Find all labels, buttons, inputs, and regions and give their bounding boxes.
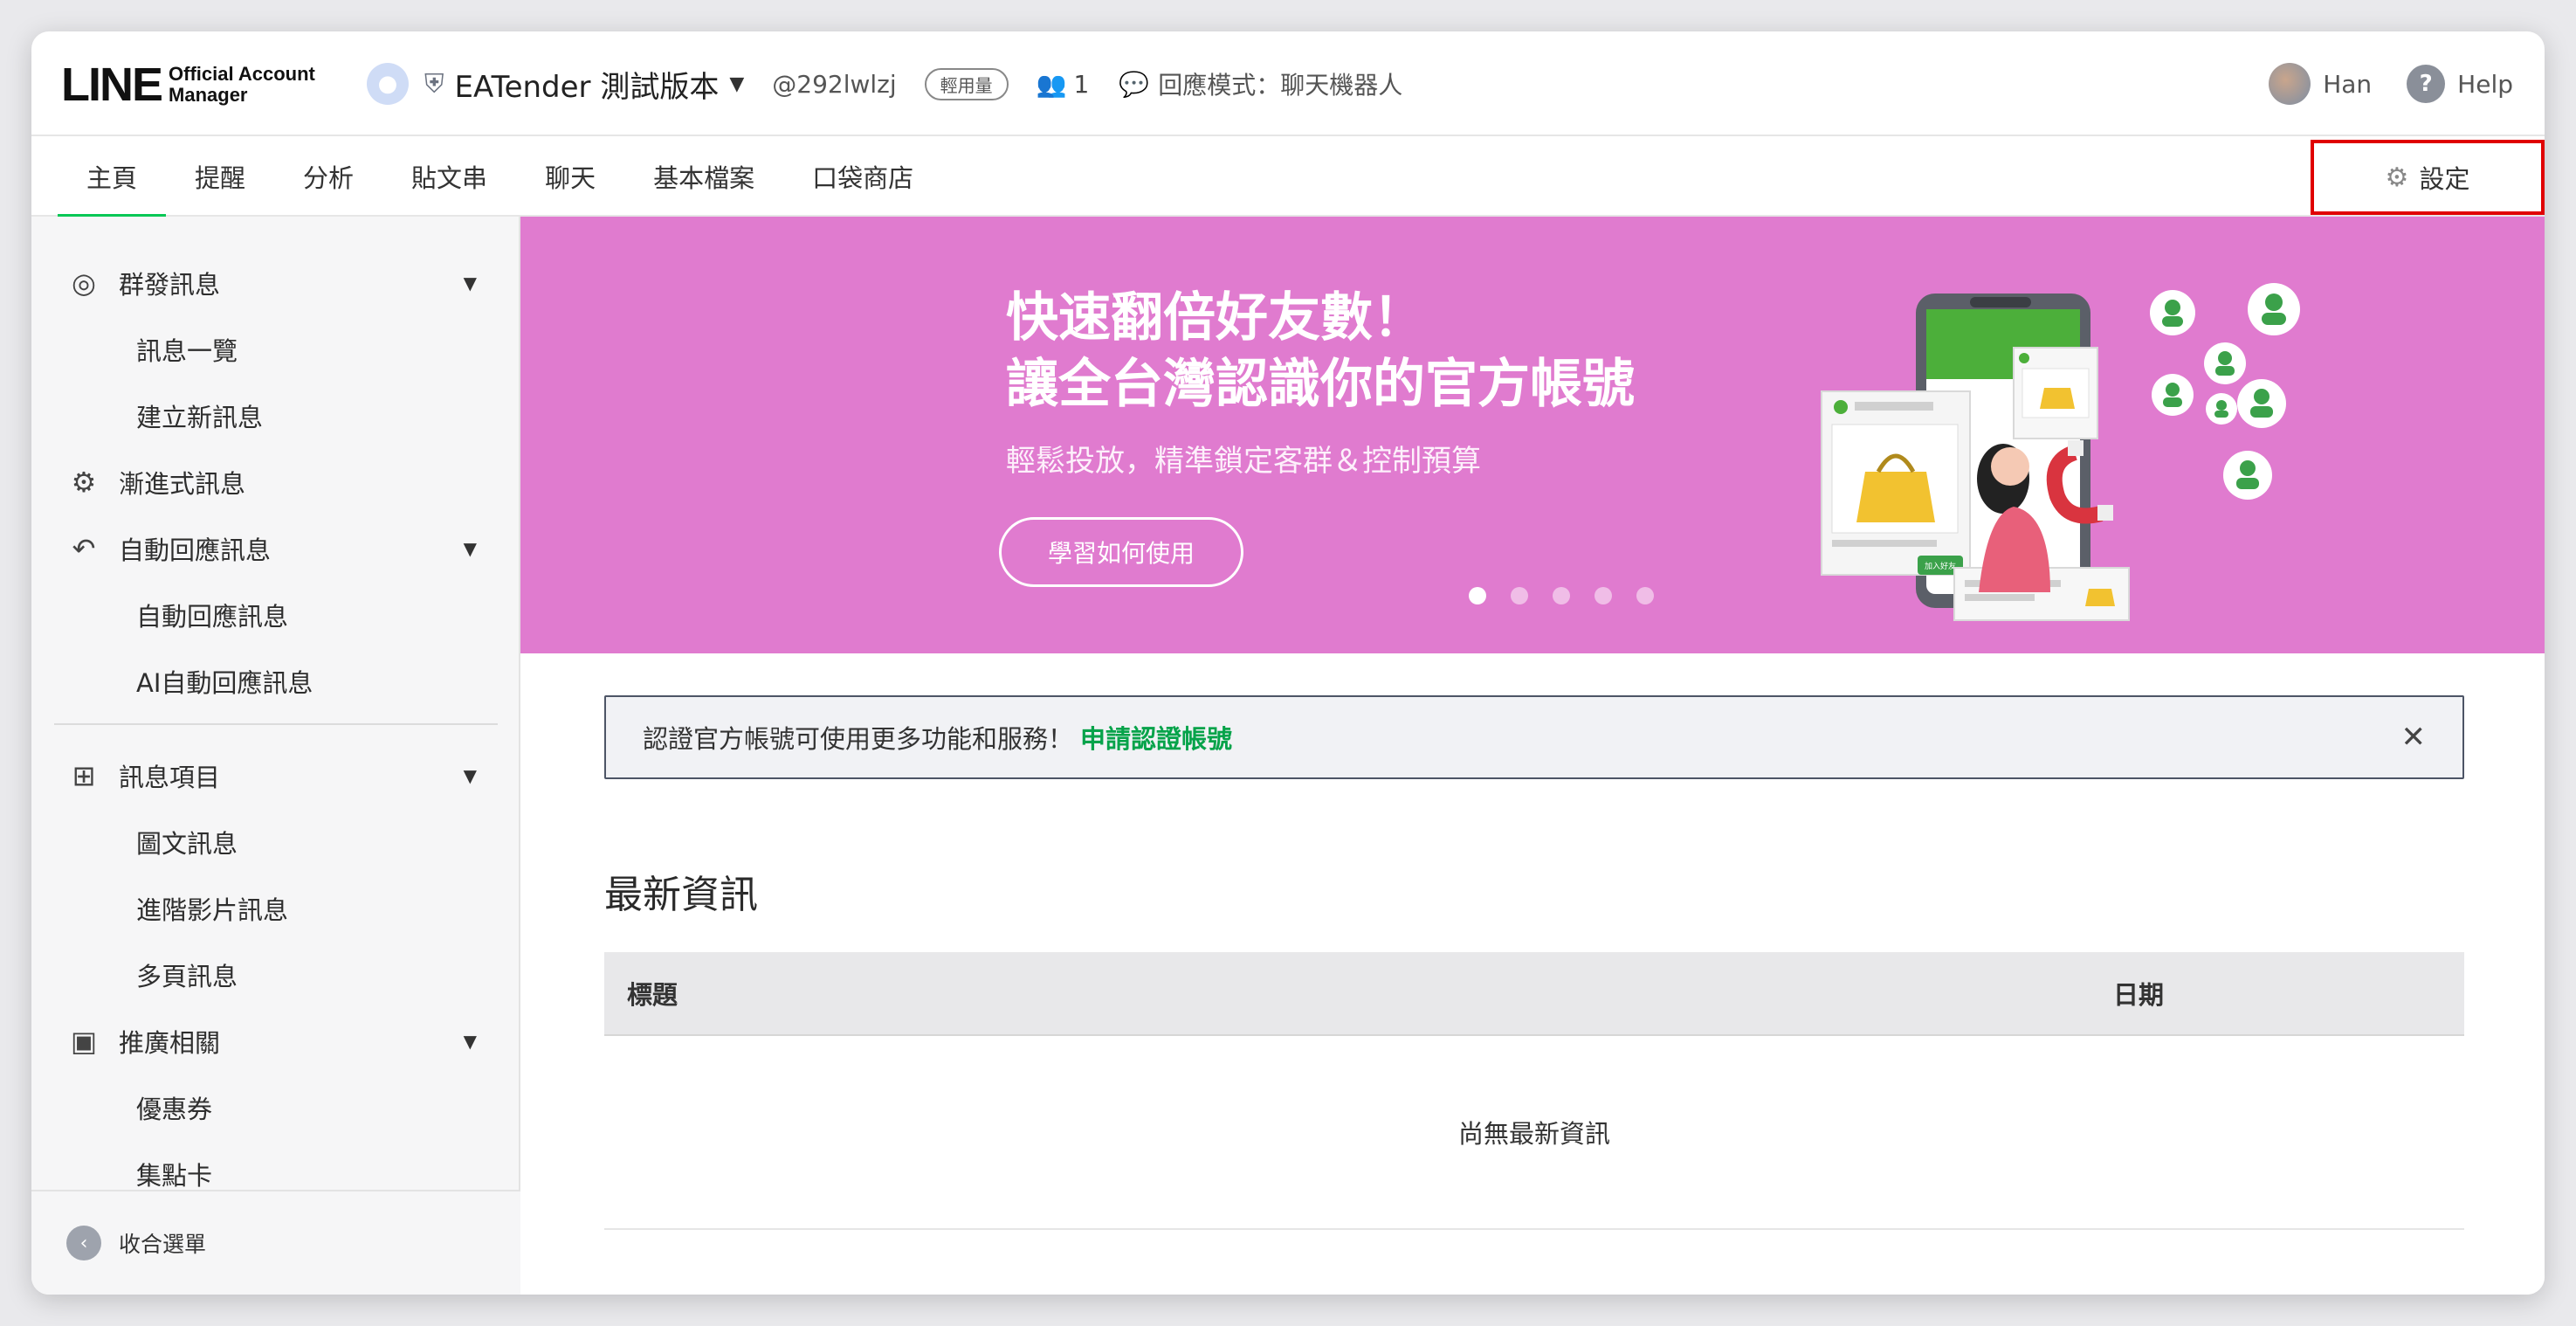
table-header: 標題 日期: [604, 952, 2464, 1036]
collapse-menu-label: 收合選單: [119, 1232, 207, 1257]
sidebar-item-auto-reply-messages[interactable]: 自動回應訊息: [136, 590, 288, 639]
banner-illustration: 加入好友: [1821, 283, 2300, 621]
sidebar-item-auto-reply[interactable]: ↶ 自動回應訊息 ▼: [66, 524, 503, 573]
carousel-dots: [1469, 587, 1654, 604]
line-oa-logo[interactable]: LINE Official Account Manager: [61, 58, 315, 112]
sidebar-item-broadcast[interactable]: ◎ 群發訊息 ▼: [66, 259, 503, 307]
sidebar-item-step-messages[interactable]: ⚙ 漸進式訊息: [66, 458, 503, 507]
news-section-title: 最新資訊: [604, 873, 758, 917]
column-date: 日期: [2113, 980, 2165, 1010]
sidebar-divider: [54, 723, 498, 725]
logo-subtitle: Official Account Manager: [169, 64, 315, 106]
tab-analytics[interactable]: 分析: [274, 136, 382, 217]
tab-pocket-shop[interactable]: 口袋商店: [783, 136, 942, 217]
tab-chat[interactable]: 聊天: [516, 136, 624, 217]
banner-title-line-2: 讓全台灣認識你的官方帳號: [1006, 354, 1635, 415]
sidebar-item-message-list[interactable]: 訊息一覽: [136, 325, 238, 374]
close-icon[interactable]: ✕: [2401, 720, 2427, 755]
user-avatar[interactable]: [2269, 63, 2311, 105]
chevron-down-icon: ▼: [463, 765, 477, 786]
carousel-dot[interactable]: [1595, 587, 1612, 604]
storefront-icon: ▣: [70, 1025, 98, 1058]
banner-subtitle: 輕鬆投放，精準鎖定客群＆控制預算: [1006, 444, 1481, 479]
column-title: 標題: [627, 980, 678, 1010]
account-name[interactable]: EATender 測試版本: [455, 63, 720, 106]
help-link[interactable]: Help: [2457, 70, 2513, 99]
user-area: Han ? Help: [2269, 61, 2513, 107]
shield-icon: ⛨: [424, 68, 444, 100]
sidebar-footer[interactable]: ‹ 收合選單: [31, 1190, 520, 1295]
sidebar-item-ai-auto-reply[interactable]: AI自動回應訊息: [136, 657, 313, 706]
sidebar-item-coupon[interactable]: 優惠券: [136, 1083, 212, 1132]
main-nav: 主頁 提醒 分析 貼文串 聊天 基本檔案 口袋商店 ⚙ 設定: [31, 136, 2545, 218]
caret-down-icon[interactable]: ▼: [729, 73, 744, 95]
sidebar-item-label: 推廣相關: [119, 1028, 221, 1058]
chevron-down-icon: ▼: [463, 538, 477, 559]
response-mode-label: 回應模式：聊天機器人: [1158, 71, 1403, 100]
carousel-dot[interactable]: [1553, 587, 1570, 604]
flow-tree-icon: ⚙: [71, 466, 97, 499]
tab-home[interactable]: 主頁: [58, 136, 167, 218]
carousel-dot[interactable]: [1469, 587, 1486, 604]
empty-state: 尚無最新資訊: [604, 1036, 2464, 1230]
chevron-down-icon: ▼: [463, 273, 477, 294]
account-switcher[interactable]: ● ⛨ EATender 測試版本 ▼ @292lwlzj 輕用量 👥 1 💬 …: [367, 61, 1402, 107]
sidebar-item-message-items[interactable]: ⊞ 訊息項目 ▼: [66, 751, 503, 800]
friends-count: 👥 1: [1037, 70, 1090, 99]
sidebar-item-card-message[interactable]: 多頁訊息: [136, 950, 238, 999]
main-content: 認證官方帳號可使用更多功能和服務！ 申請認證帳號 ✕ 最新資訊 標題 日期 尚無…: [520, 653, 2545, 1295]
account-id: @292lwlzj: [772, 69, 897, 99]
apply-verification-link[interactable]: 申請認證帳號: [1080, 719, 1232, 756]
carousel-dot[interactable]: [1511, 587, 1528, 604]
add-box-icon: ⊞: [72, 759, 96, 792]
sidebar-item-rich-video[interactable]: 進階影片訊息: [136, 884, 288, 933]
carousel-dot[interactable]: [1636, 587, 1654, 604]
account-avatar-icon: ●: [367, 63, 409, 105]
tab-notifications[interactable]: 提醒: [166, 136, 274, 217]
app-window: LINE Official Account Manager ● ⛨ EATend…: [31, 31, 2545, 1295]
sidebar-item-rich-message[interactable]: 圖文訊息: [136, 818, 238, 867]
friends-count-value: 1: [1073, 69, 1090, 99]
notice-text: 認證官方帳號可使用更多功能和服務！: [643, 724, 1074, 754]
news-table: 標題 日期 尚無最新資訊: [604, 952, 2464, 1230]
art-add-friend-label: 加入好友: [1925, 561, 1956, 571]
broadcast-icon: ◎: [72, 266, 96, 300]
gear-icon: ⚙: [2385, 162, 2409, 193]
top-header: LINE Official Account Manager ● ⛨ EATend…: [31, 31, 2545, 136]
logo-sub-line-1: Official Account: [169, 63, 315, 85]
chevron-left-icon: ‹: [66, 1226, 101, 1260]
tab-profile[interactable]: 基本檔案: [624, 136, 783, 217]
sidebar: ◎ 群發訊息 ▼ 訊息一覽 建立新訊息 ⚙ 漸進式訊息 ↶ 自動回應訊息 ▼ 自…: [31, 217, 520, 1295]
plan-badge: 輕用量: [924, 67, 1009, 100]
sidebar-item-label: 群發訊息: [119, 270, 221, 300]
sidebar-item-label: 訊息項目: [119, 763, 221, 792]
banner-title: 快速翻倍好友數！ 讓全台灣認識你的官方帳號: [1006, 285, 1635, 418]
user-name[interactable]: Han: [2323, 70, 2372, 99]
response-mode[interactable]: 💬 回應模式：聊天機器人: [1119, 66, 1402, 101]
settings-button[interactable]: ⚙ 設定: [2311, 140, 2545, 215]
logo-wordmark: LINE: [61, 59, 163, 111]
sidebar-item-new-message[interactable]: 建立新訊息: [136, 391, 263, 440]
sidebar-item-promotion[interactable]: ▣ 推廣相關 ▼: [66, 1017, 503, 1066]
verification-notice: 認證官方帳號可使用更多功能和服務！ 申請認證帳號 ✕: [604, 695, 2464, 779]
sidebar-item-label: 自動回應訊息: [119, 535, 272, 565]
promo-banner[interactable]: 快速翻倍好友數！ 讓全台灣認識你的官方帳號 輕鬆投放，精準鎖定客群＆控制預算 學…: [520, 217, 2545, 653]
banner-learn-button[interactable]: 學習如何使用: [999, 517, 1243, 587]
logo-sub-line-2: Manager: [169, 84, 248, 106]
reply-arrow-icon: ↶: [72, 532, 96, 565]
sidebar-item-label: 漸進式訊息: [119, 469, 246, 499]
help-icon[interactable]: ?: [2407, 65, 2446, 103]
chat-bubble-icon: 💬: [1119, 69, 1150, 99]
banner-title-line-1: 快速翻倍好友數！: [1006, 287, 1425, 349]
friends-icon: 👥: [1036, 69, 1067, 99]
tab-timeline[interactable]: 貼文串: [382, 136, 516, 217]
settings-label: 設定: [2419, 164, 2470, 194]
chevron-down-icon: ▼: [463, 1031, 477, 1052]
tab-list: 主頁 提醒 分析 貼文串 聊天 基本檔案 口袋商店: [58, 136, 942, 218]
